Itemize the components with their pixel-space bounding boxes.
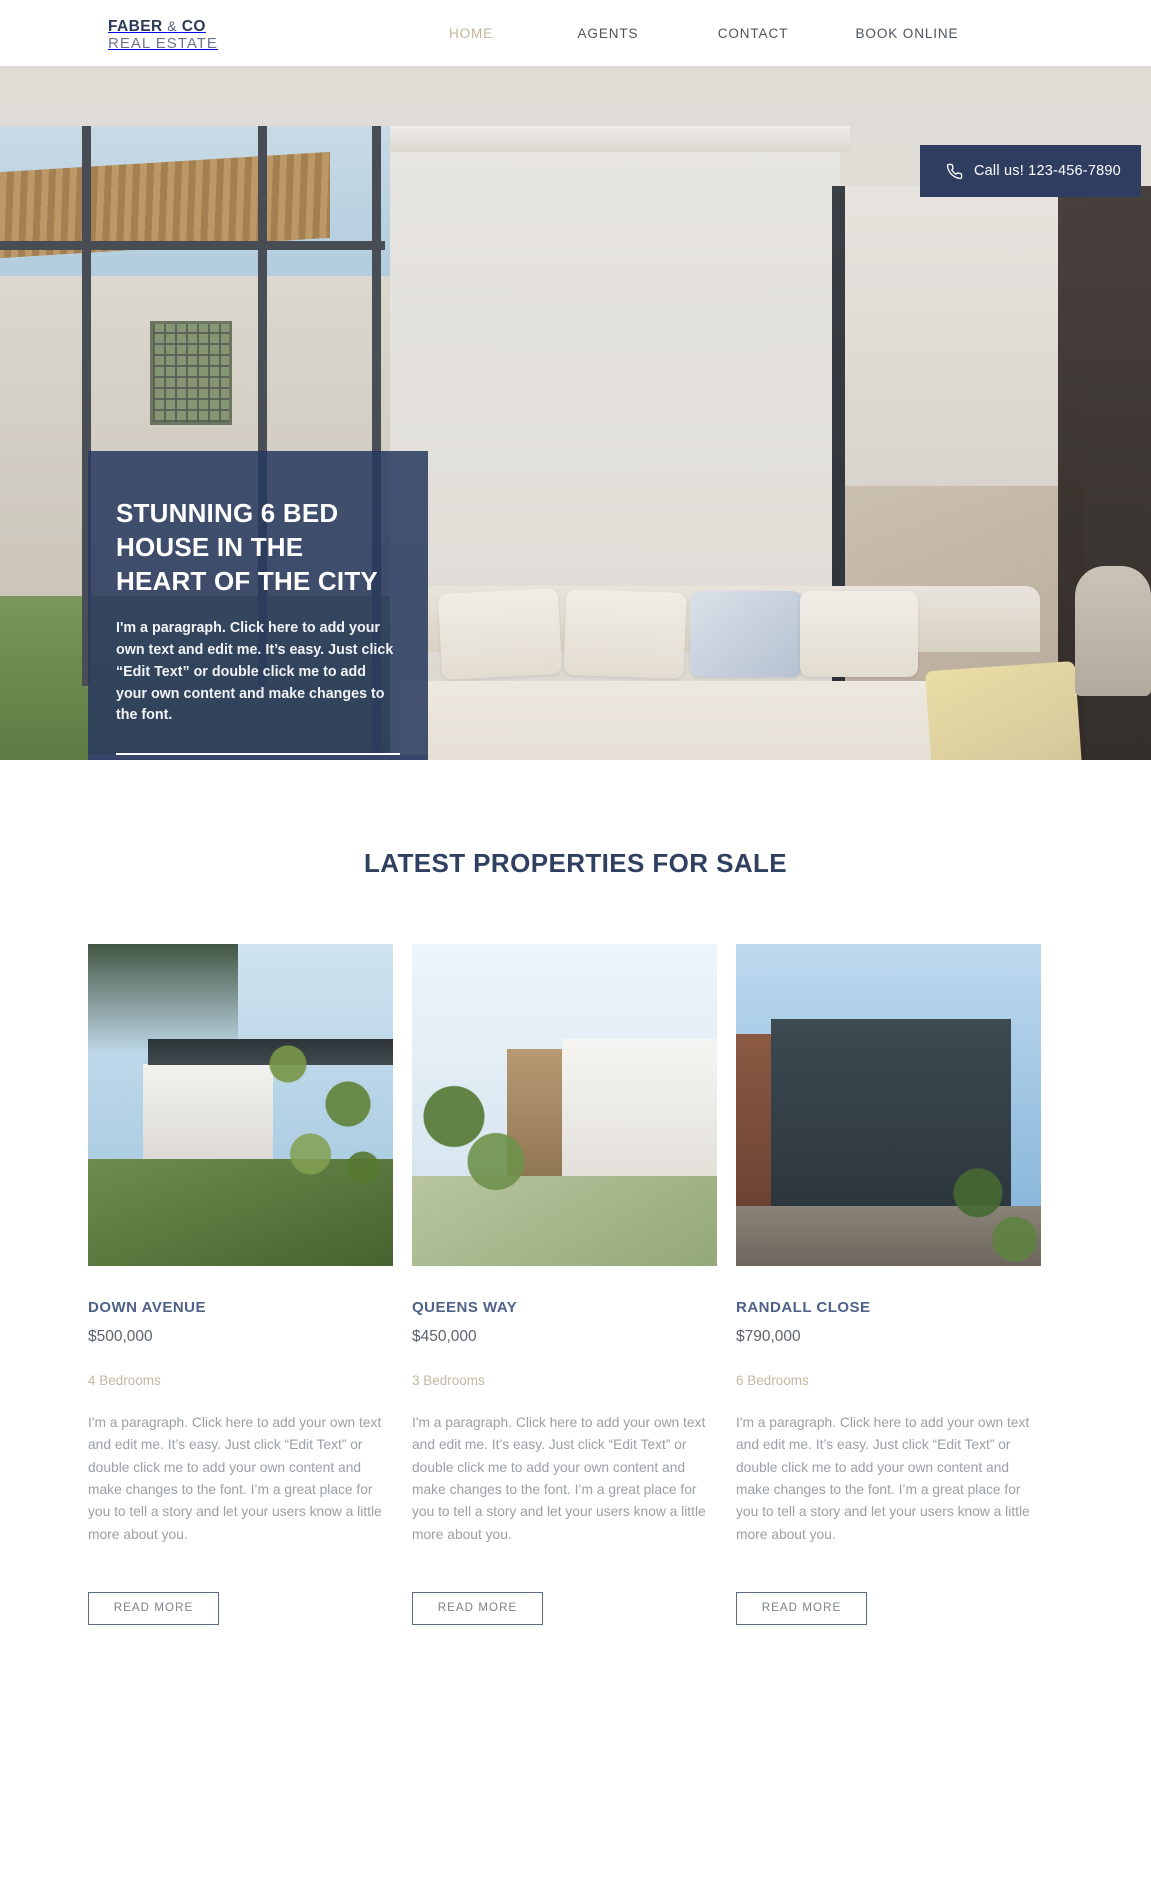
sofa-cushion <box>437 587 563 681</box>
main-navigation: HOME AGENTS CONTACT BOOK ONLINE <box>405 0 987 66</box>
hero-feature-card: STUNNING 6 BED HOUSE IN THE HEART OF THE… <box>88 451 428 760</box>
page-bottom-spacer <box>0 1625 1151 1677</box>
property-bedrooms: 3 Bedrooms <box>412 1373 485 1388</box>
property-price: $450,000 <box>412 1328 477 1345</box>
property-card-list: DOWN AVENUE $500,000 4 Bedrooms I'm a pa… <box>0 944 1151 1626</box>
sofa-throw-blanket <box>924 660 1086 760</box>
window-header-beam <box>0 241 385 250</box>
property-card[interactable]: QUEENS WAY $450,000 3 Bedrooms I'm a par… <box>412 944 717 1626</box>
nav-item-agents[interactable]: AGENTS <box>537 20 679 47</box>
read-more-button[interactable]: READ MORE <box>88 1592 219 1626</box>
site-header: FABER & CO REAL ESTATE HOME AGENTS CONTA… <box>0 0 1151 66</box>
property-image-queens-way[interactable] <box>412 944 717 1266</box>
property-bedrooms: 6 Bedrooms <box>736 1373 809 1388</box>
property-bedrooms: 4 Bedrooms <box>88 1373 161 1388</box>
read-more-button[interactable]: READ MORE <box>736 1592 867 1626</box>
property-description: I'm a paragraph. Click here to add your … <box>412 1415 706 1542</box>
logo-brand-co: CO <box>181 18 206 35</box>
property-title: DOWN AVENUE <box>88 1299 206 1316</box>
nav-item-contact[interactable]: CONTACT <box>679 20 827 47</box>
dining-chair <box>1075 566 1151 696</box>
section-title: LATEST PROPERTIES FOR SALE <box>363 848 788 878</box>
property-description: I'm a paragraph. Click here to add your … <box>88 1415 382 1542</box>
sofa-pillow-patterned <box>690 591 802 677</box>
property-card[interactable]: RANDALL CLOSE $790,000 6 Bedrooms I'm a … <box>736 944 1041 1626</box>
logo-brand-faber: FABER <box>108 18 163 35</box>
call-us-button[interactable]: Call us! 123-456-7890 <box>920 145 1141 197</box>
nav-item-book-online[interactable]: BOOK ONLINE <box>827 20 987 47</box>
property-price: $500,000 <box>88 1328 153 1345</box>
property-image-randall-close[interactable] <box>736 944 1041 1266</box>
property-description: I'm a paragraph. Click here to add your … <box>736 1415 1030 1542</box>
property-card[interactable]: DOWN AVENUE $500,000 4 Bedrooms I'm a pa… <box>88 944 393 1626</box>
hero-card-upper: STUNNING 6 BED HOUSE IN THE HEART OF THE… <box>88 451 428 755</box>
site-logo[interactable]: FABER & CO REAL ESTATE <box>108 18 218 53</box>
hero-paragraph: I'm a paragraph. Click here to add your … <box>116 620 394 724</box>
garden-trellis <box>150 321 232 425</box>
logo-tagline: REAL ESTATE <box>108 35 218 53</box>
nav-item-home[interactable]: HOME <box>405 20 537 47</box>
logo-ampersand: & <box>167 18 178 34</box>
property-price: $790,000 <box>736 1328 801 1345</box>
sofa-cushion <box>800 591 918 677</box>
property-title: RANDALL CLOSE <box>736 1299 871 1316</box>
property-image-down-avenue[interactable] <box>88 944 393 1266</box>
sofa-cushion <box>563 588 687 680</box>
hero-card-lower: $2,000,000 ALL SALES <box>88 754 428 760</box>
property-title: QUEENS WAY <box>412 1299 518 1316</box>
logo-brand: FABER & CO <box>108 18 218 35</box>
hero-title: STUNNING 6 BED HOUSE IN THE HEART OF THE… <box>116 498 378 596</box>
read-more-button[interactable]: READ MORE <box>412 1592 543 1626</box>
call-us-label: Call us! 123-456-7890 <box>974 163 1121 179</box>
latest-properties-section: LATEST PROPERTIES FOR SALE DOWN AVENUE $… <box>0 760 1151 1678</box>
hero-price: $2,000,000 <box>116 755 400 760</box>
phone-icon <box>946 163 963 179</box>
hero-section: Call us! 123-456-7890 STUNNING 6 BED HOU… <box>0 66 1151 760</box>
